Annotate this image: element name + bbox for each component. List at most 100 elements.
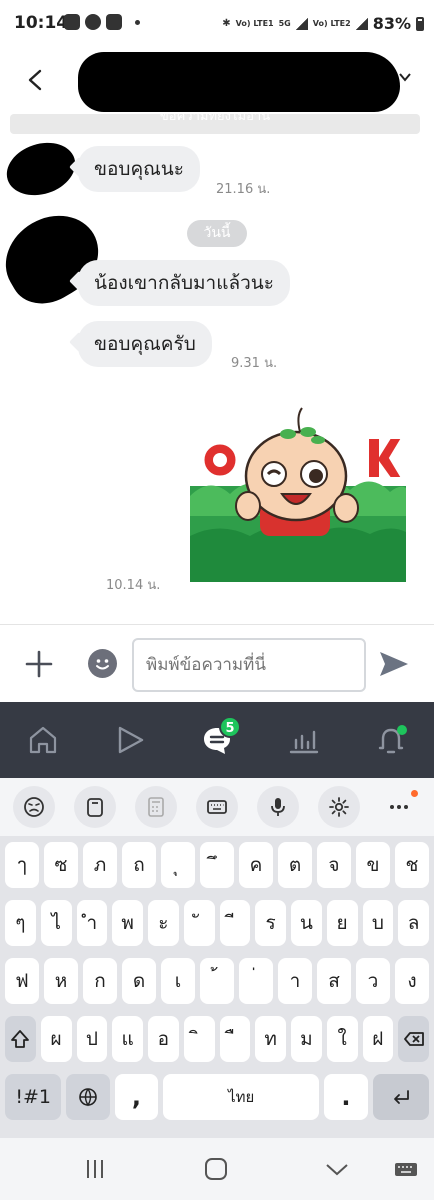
keyboard-mode-button[interactable] — [195, 786, 238, 828]
back-arrow-icon — [28, 69, 42, 91]
redacted-contact-name — [78, 52, 400, 112]
key[interactable]: พ — [112, 900, 143, 946]
key[interactable]: ก — [83, 958, 117, 1004]
key-row-4: ผ ป แ อ ิ ื ท ม ใ ฝ — [0, 1016, 434, 1066]
key[interactable]: แ — [112, 1016, 143, 1062]
keyboard-toolbar — [0, 778, 434, 836]
ok-sticker[interactable] — [190, 406, 406, 582]
globe-icon — [79, 1088, 97, 1107]
key[interactable]: ่ — [239, 958, 273, 1004]
key[interactable]: ั — [183, 900, 215, 946]
symbols-key[interactable]: !#1 — [5, 1074, 62, 1120]
key[interactable]: จ — [317, 842, 351, 888]
key[interactable]: ล — [398, 900, 429, 946]
backspace-icon — [403, 1032, 424, 1046]
key[interactable]: า — [278, 958, 312, 1004]
emoji-button[interactable] — [88, 649, 117, 678]
key[interactable]: ผ — [40, 1016, 72, 1062]
space-key[interactable]: ไทย — [163, 1074, 320, 1120]
shift-key[interactable] — [5, 1016, 36, 1062]
hide-keyboard-icon[interactable] — [324, 1156, 350, 1182]
key[interactable]: ถ — [122, 842, 156, 888]
key[interactable]: ๆ — [5, 900, 36, 946]
key[interactable]: ิ — [183, 1016, 215, 1062]
key[interactable]: ซ — [44, 842, 78, 888]
more-button[interactable] — [378, 786, 420, 828]
period-key[interactable]: . — [324, 1074, 368, 1120]
emoji-toggle-button[interactable] — [13, 786, 56, 828]
bottom-nav: 5 — [0, 702, 434, 778]
date-divider: วันนี้ — [187, 220, 247, 247]
message-text: ขอบคุณนะ — [94, 158, 184, 180]
back-button[interactable] — [18, 62, 54, 98]
chevron-down-icon[interactable] — [398, 70, 412, 84]
message-bubble[interactable]: ขอบคุณนะ — [78, 146, 200, 192]
key[interactable]: ม — [291, 1016, 322, 1062]
settings-button[interactable] — [317, 786, 360, 828]
key[interactable]: ไ — [40, 900, 72, 946]
key[interactable]: ฝ — [362, 1016, 394, 1062]
avatar — [0, 134, 83, 204]
key-row-5: !#1 , ไทย . — [0, 1074, 434, 1124]
key[interactable]: ๅ — [5, 842, 39, 888]
key-row-1: ๅ ซ ภ ถ ุ ึ ค ต จ ข ช — [0, 842, 434, 892]
chat-badge: 5 — [218, 716, 241, 738]
key[interactable]: ้ — [200, 958, 234, 1004]
key[interactable]: อ — [148, 1016, 179, 1062]
send-icon[interactable] — [378, 649, 410, 679]
frown-face-icon — [24, 797, 45, 817]
sim2-label: Vo) LTE2 — [312, 18, 351, 28]
sim1-label: Vo) LTE1 — [235, 18, 274, 28]
key[interactable]: ห — [44, 958, 78, 1004]
message-time: 21.16 น. — [216, 182, 271, 197]
enter-key[interactable] — [372, 1074, 429, 1120]
home-icon — [30, 726, 57, 754]
voice-input-button[interactable] — [256, 786, 299, 828]
plus-icon[interactable] — [24, 649, 54, 679]
key[interactable]: ฟ — [5, 958, 39, 1004]
clipboard-icon — [87, 798, 104, 817]
key[interactable]: ด — [122, 958, 156, 1004]
nav-voom[interactable] — [100, 710, 160, 770]
key[interactable]: ี — [219, 900, 251, 946]
status-right: ✱ Vo) LTE1 5G Vo) LTE2 83% — [222, 14, 424, 33]
nav-chats[interactable]: 5 — [187, 710, 247, 770]
key[interactable]: บ — [362, 900, 394, 946]
key[interactable]: ท — [255, 1016, 286, 1062]
key[interactable]: ุ — [161, 842, 195, 888]
key[interactable]: ะ — [148, 900, 179, 946]
key[interactable]: ค — [239, 842, 273, 888]
key[interactable]: ื — [219, 1016, 251, 1062]
backspace-key[interactable] — [398, 1016, 429, 1062]
key[interactable]: ช — [395, 842, 429, 888]
key[interactable]: ป — [76, 1016, 108, 1062]
key[interactable]: ย — [326, 900, 358, 946]
comma-key[interactable]: , — [114, 1074, 159, 1120]
keyboard-icon — [207, 800, 227, 814]
recent-apps-icon[interactable] — [82, 1156, 108, 1182]
key[interactable]: ส — [317, 958, 351, 1004]
message-input[interactable] — [132, 638, 366, 692]
key[interactable]: ร — [255, 900, 286, 946]
nav-stats[interactable] — [274, 710, 334, 770]
nav-notifications[interactable] — [361, 710, 421, 770]
status-bar: 10:14 ✱ Vo) LTE1 5G Vo) LTE2 83% — [0, 0, 434, 48]
nav-home[interactable] — [13, 710, 73, 770]
key[interactable]: ง — [395, 958, 429, 1004]
keyboard-switch-icon[interactable] — [393, 1156, 419, 1182]
key[interactable]: ข — [356, 842, 390, 888]
key[interactable]: ว — [356, 958, 390, 1004]
numpad-button[interactable] — [135, 786, 178, 828]
home-button-icon[interactable] — [203, 1156, 229, 1182]
key[interactable]: เ — [161, 958, 195, 1004]
key[interactable]: ภ — [83, 842, 117, 888]
language-key[interactable] — [66, 1074, 110, 1120]
key[interactable]: ำ — [76, 900, 108, 946]
message-bubble[interactable]: น้องเขากลับมาแล้วนะ — [78, 260, 290, 306]
key[interactable]: ต — [278, 842, 312, 888]
message-bubble[interactable]: ขอบคุณครับ — [78, 321, 212, 367]
key[interactable]: น — [291, 900, 322, 946]
clipboard-button[interactable] — [74, 786, 117, 828]
key[interactable]: ใ — [326, 1016, 358, 1062]
key[interactable]: ึ — [200, 842, 234, 888]
